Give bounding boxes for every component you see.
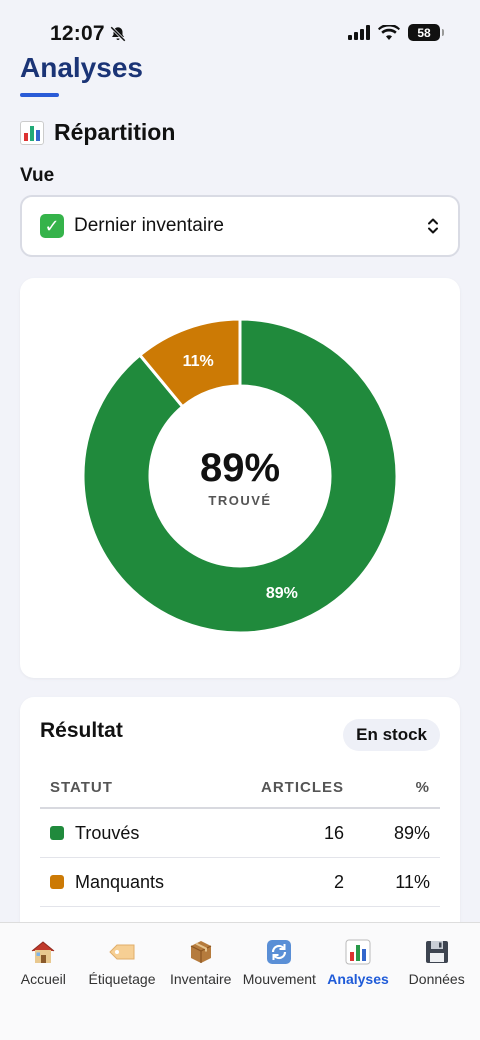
check-mark-icon: ✓ [40,214,64,238]
status-color-dot [50,875,64,889]
status-indicators: 58 [348,24,444,41]
battery-icon: 58 [408,24,444,41]
row-status: Manquants [75,871,165,892]
tab-inventaire[interactable]: Inventaire [161,937,240,987]
status-bar: 12:07 58 [0,0,480,60]
package-icon [186,937,216,967]
tab-mouvement[interactable]: Mouvement [240,937,319,987]
view-select[interactable]: ✓ Dernier inventaire [20,195,460,257]
label-tag-icon [107,937,137,967]
table-row: Trouvés 16 89% [40,809,440,858]
tab-bar: Accueil Étiquetage Inventaire Mouvement … [0,922,480,1040]
chevron-up-down-icon [426,217,440,235]
row-status: Trouvés [75,822,140,843]
row-percent: 89% [393,822,430,843]
section-title: Répartition [20,119,175,146]
battery-level: 58 [417,25,431,40]
result-title: Résultat [40,719,123,742]
cellular-signal-icon [348,25,370,40]
tab-donnees[interactable]: Données [397,937,476,987]
table-header-row: STATUT ARTICLES % [40,767,440,809]
row-status-cell: Manquants [40,872,224,893]
column-header-percent: % [415,778,430,796]
row-count: 2 [333,871,344,892]
tab-label: Données [408,971,465,987]
donut-slice-label: 89% [266,585,298,602]
bar-chart-icon [20,120,44,145]
row-status-cell: Trouvés [40,823,224,844]
bell-slash-icon [109,26,126,42]
chart-card: 89% 11% 89% TROUVÉ [20,278,460,678]
result-table: STATUT ARTICLES % Trouvés 16 89% Manquan… [40,767,440,907]
row-percent: 11% [395,871,430,892]
view-label: Vue [20,165,55,186]
donut-slice-label: 11% [183,353,214,370]
tab-label: Étiquetage [88,971,156,987]
bar-chart-icon [343,937,373,967]
wifi-icon [378,24,400,40]
column-header-status: STATUT [50,778,113,796]
house-icon [28,937,58,967]
tab-etiquetage[interactable]: Étiquetage [83,937,162,987]
floppy-disk-icon [422,937,452,967]
column-header-articles: ARTICLES [261,778,344,796]
donut-center-label: TROUVÉ [208,493,272,508]
title-underline [20,93,59,97]
refresh-icon [264,937,294,967]
tab-label: Mouvement [242,971,316,987]
table-row: Manquants 2 11% [40,858,440,907]
view-select-value: Dernier inventaire [74,215,224,236]
clock-text: 12:07 [50,22,105,45]
tab-label: Inventaire [169,971,232,987]
donut-center-value: 89% [199,446,281,490]
tab-label: Analyses [327,971,389,987]
section-title-text: Répartition [54,119,176,145]
row-count: 16 [323,822,344,843]
tab-accueil[interactable]: Accueil [4,937,83,987]
page-title: Analyses [20,52,143,83]
status-color-dot [50,826,64,840]
tab-label: Accueil [20,971,66,987]
status-time: 12:07 [50,22,127,46]
result-card: Résultat En stock STATUT ARTICLES % Trou… [20,697,460,957]
filter-pill-en-stock[interactable]: En stock [343,719,440,751]
tab-analyses[interactable]: Analyses [319,937,398,987]
